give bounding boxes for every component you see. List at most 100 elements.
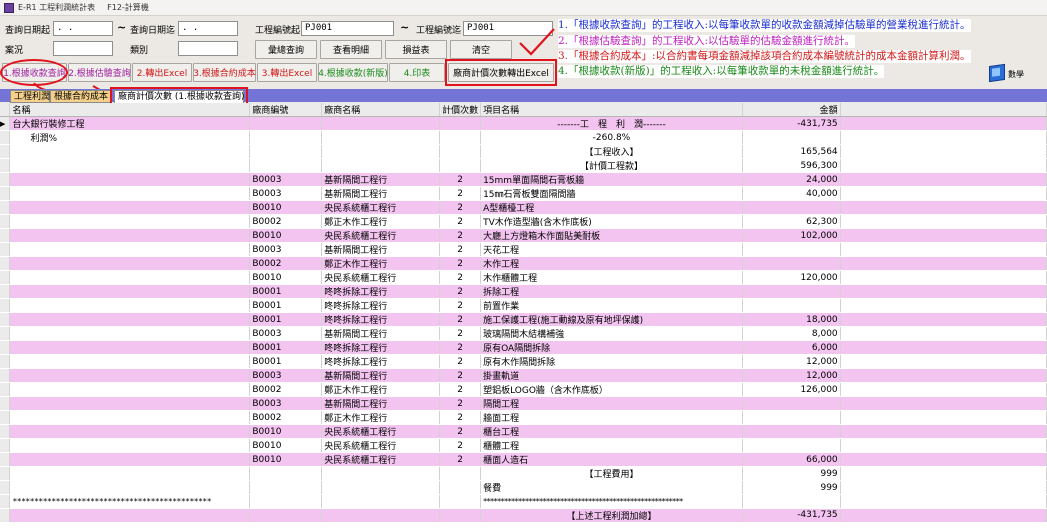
- name-cell[interactable]: [9, 466, 251, 481]
- table-row[interactable]: B0002 鄭正木作工程行 2 牆面工程: [0, 410, 1047, 425]
- count-cell[interactable]: [439, 130, 482, 145]
- name-cell[interactable]: [9, 284, 251, 299]
- item-name-cell[interactable]: 原有OA隔間拆除: [480, 340, 743, 355]
- row-indicator[interactable]: [0, 172, 11, 187]
- vendor-name-cell[interactable]: [321, 494, 441, 509]
- amount-cell[interactable]: 120,000: [742, 270, 841, 285]
- vendor-no-cell[interactable]: B0010: [249, 452, 323, 467]
- vendor-no-cell[interactable]: B0002: [249, 256, 323, 271]
- row-indicator[interactable]: [0, 298, 11, 313]
- count-cell[interactable]: 2: [439, 200, 482, 215]
- row-indicator[interactable]: [0, 186, 11, 201]
- vendor-no-cell[interactable]: B0003: [249, 186, 323, 201]
- table-row[interactable]: B0010 央民系統櫃工程行 2 櫃體工程: [0, 438, 1047, 453]
- row-indicator[interactable]: [0, 284, 11, 299]
- name-cell[interactable]: [9, 508, 251, 523]
- tab-contract-cost[interactable]: 根據合約成本: [50, 90, 112, 103]
- table-row[interactable]: 【上述工程利潤加總】 -431,735: [0, 508, 1047, 523]
- row-indicator[interactable]: [0, 382, 11, 397]
- count-cell[interactable]: [439, 144, 482, 159]
- name-cell[interactable]: ****************************************…: [9, 494, 251, 509]
- table-row[interactable]: B0010 央民系統櫃工程行 2 櫃台工程: [0, 424, 1047, 439]
- row-indicator[interactable]: [0, 144, 11, 159]
- vendor-no-cell[interactable]: B0002: [249, 382, 323, 397]
- amount-cell[interactable]: [742, 396, 841, 411]
- amount-cell[interactable]: [742, 200, 841, 215]
- clear-button[interactable]: 清空: [450, 40, 512, 59]
- header-count[interactable]: 計價次數: [439, 103, 482, 117]
- item-name-cell[interactable]: 原有木作隔間拆除: [480, 354, 743, 369]
- by-contract-cost-button[interactable]: 3.根據合約成本: [193, 63, 256, 82]
- count-cell[interactable]: [439, 494, 482, 509]
- count-cell[interactable]: 2: [439, 424, 482, 439]
- name-cell[interactable]: [9, 312, 251, 327]
- amount-cell[interactable]: [742, 410, 841, 425]
- row-indicator[interactable]: [0, 130, 11, 145]
- vendor-name-cell[interactable]: [321, 144, 441, 159]
- count-cell[interactable]: 2: [439, 326, 482, 341]
- name-cell[interactable]: [9, 270, 251, 285]
- table-row[interactable]: B0003 基新隔間工程行 2 天花工程: [0, 242, 1047, 257]
- amount-cell[interactable]: 165,564: [742, 144, 841, 159]
- vendor-no-cell[interactable]: B0003: [249, 172, 323, 187]
- count-cell[interactable]: 2: [439, 298, 482, 313]
- vendor-no-cell[interactable]: B0002: [249, 410, 323, 425]
- vendor-no-cell[interactable]: [249, 130, 323, 145]
- item-name-cell[interactable]: ****************************************…: [480, 494, 743, 509]
- item-name-cell[interactable]: 天花工程: [480, 242, 743, 257]
- vendor-name-cell[interactable]: 央民系統櫃工程行: [321, 200, 441, 215]
- item-name-cell[interactable]: 櫃體工程: [480, 438, 743, 453]
- item-name-cell[interactable]: -------工 程 利 潤-------: [480, 116, 743, 131]
- case-input[interactable]: [53, 41, 113, 56]
- amount-cell[interactable]: [742, 130, 841, 145]
- row-indicator[interactable]: [0, 452, 11, 467]
- tab-project-profit[interactable]: 工程利潤: [10, 90, 50, 103]
- table-row[interactable]: B0003 基新隔間工程行 2 玻璃隔間木結構補強 8,000: [0, 326, 1047, 341]
- amount-cell[interactable]: [742, 242, 841, 257]
- vendor-no-cell[interactable]: B0003: [249, 242, 323, 257]
- count-cell[interactable]: 2: [439, 172, 482, 187]
- vendor-no-cell[interactable]: [249, 480, 323, 495]
- table-row[interactable]: B0003 基新隔間工程行 2 15㎜石膏板雙面隔間牆 40,000: [0, 186, 1047, 201]
- item-name-cell[interactable]: 塑鋁板LOGO牆（含木作底板）: [480, 382, 743, 397]
- count-cell[interactable]: 2: [439, 368, 482, 383]
- vendor-no-cell[interactable]: [249, 508, 323, 523]
- amount-cell[interactable]: [742, 438, 841, 453]
- export-excel-2-button[interactable]: 2.轉出Excel: [132, 63, 192, 82]
- vendor-no-cell[interactable]: [249, 144, 323, 159]
- vendor-name-cell[interactable]: 咚咚拆除工程行: [321, 298, 441, 313]
- header-name[interactable]: 名稱: [9, 103, 251, 117]
- name-cell[interactable]: [9, 354, 251, 369]
- table-row[interactable]: B0002 鄭正木作工程行 2 塑鋁板LOGO牆（含木作底板） 126,000: [0, 382, 1047, 397]
- item-name-cell[interactable]: TV木作造型牆(含木作底板): [480, 214, 743, 229]
- count-cell[interactable]: 2: [439, 214, 482, 229]
- row-indicator[interactable]: [0, 354, 11, 369]
- row-indicator[interactable]: [0, 508, 11, 523]
- export-excel-3-button[interactable]: 3.轉出Excel: [257, 63, 317, 82]
- table-row[interactable]: B0003 基新隔間工程行 2 掛畫軌道 12,000: [0, 368, 1047, 383]
- amount-cell[interactable]: 999: [742, 480, 841, 495]
- vendor-no-cell[interactable]: B0003: [249, 326, 323, 341]
- amount-cell[interactable]: [742, 284, 841, 299]
- amount-cell[interactable]: 66,000: [742, 452, 841, 467]
- vendor-name-cell[interactable]: 基新隔間工程行: [321, 396, 441, 411]
- name-cell[interactable]: [9, 144, 251, 159]
- name-cell[interactable]: [9, 172, 251, 187]
- table-row[interactable]: B0003 基新隔間工程行 2 隔間工程: [0, 396, 1047, 411]
- amount-cell[interactable]: -431,735: [742, 508, 841, 523]
- count-cell[interactable]: 2: [439, 270, 482, 285]
- vendor-no-cell[interactable]: B0001: [249, 284, 323, 299]
- name-cell[interactable]: [9, 340, 251, 355]
- amount-cell[interactable]: 8,000: [742, 326, 841, 341]
- count-cell[interactable]: 2: [439, 452, 482, 467]
- name-cell[interactable]: 利潤%: [9, 130, 251, 145]
- row-indicator[interactable]: [0, 214, 11, 229]
- vendor-name-cell[interactable]: [321, 466, 441, 481]
- table-row[interactable]: B0010 央民系統櫃工程行 2 A型櫃檯工程: [0, 200, 1047, 215]
- vendor-no-cell[interactable]: B0001: [249, 354, 323, 369]
- table-row[interactable]: B0001 咚咚拆除工程行 2 施工保護工程(施工動線及原有地坪保護) 18,000: [0, 312, 1047, 327]
- row-indicator[interactable]: [0, 466, 11, 481]
- row-indicator[interactable]: [0, 480, 11, 495]
- data-button[interactable]: 數學: [989, 63, 1029, 84]
- amount-cell[interactable]: 999: [742, 466, 841, 481]
